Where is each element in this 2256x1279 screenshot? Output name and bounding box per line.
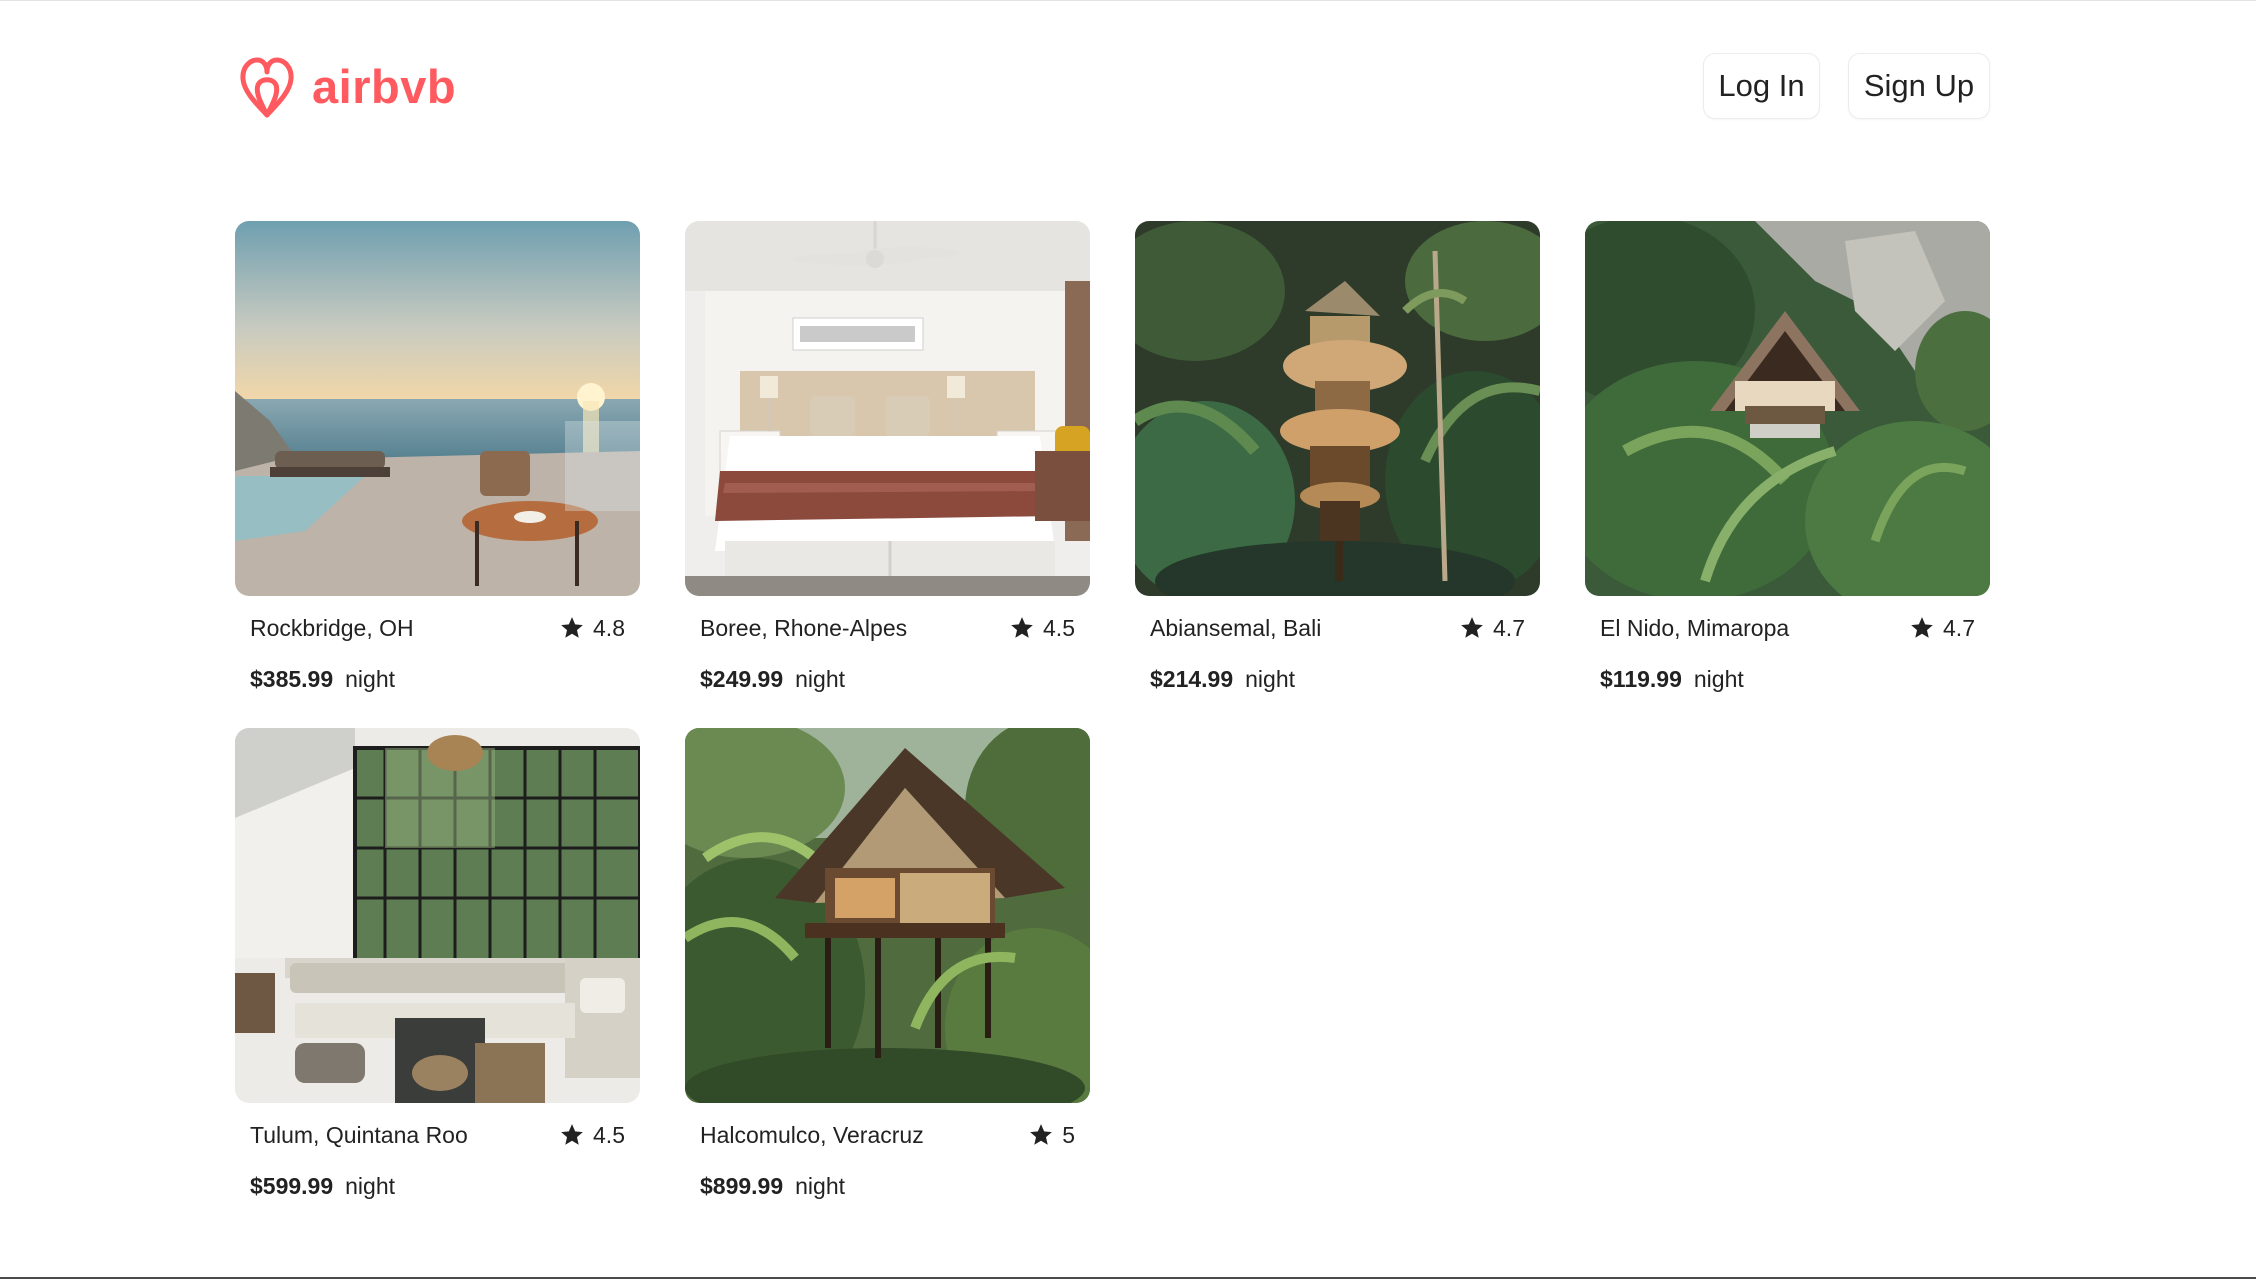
price-unit: night xyxy=(795,666,846,692)
listing-card[interactable]: Abiansemal, Bali 4.7 $214.99 night xyxy=(1135,221,1540,693)
bamboo-treehouse-image xyxy=(1135,221,1540,596)
listing-photo-ocean-terrace[interactable] xyxy=(235,221,640,596)
listing-card[interactable]: Halcomulco, Veracruz 5 $899.99 night xyxy=(685,728,1090,1200)
price-unit: night xyxy=(345,1173,396,1199)
brand-logo[interactable]: airbvb xyxy=(238,51,456,123)
sunken-lounge-image xyxy=(235,728,640,1103)
listing-price: $599.99 xyxy=(250,1173,334,1199)
login-button[interactable]: Log In xyxy=(1703,53,1820,119)
stilt-cabin-image xyxy=(685,728,1090,1103)
top-nav: airbvb Log In Sign Up xyxy=(236,51,1990,123)
listing-rating: 4.5 xyxy=(559,1122,625,1149)
listing-price-row: $385.99 night xyxy=(235,666,640,693)
listing-price: $249.99 xyxy=(700,666,784,692)
listing-location: Tulum, Quintana Roo xyxy=(250,1121,468,1148)
rating-value: 4.7 xyxy=(1943,614,1975,641)
listing-location: Abiansemal, Bali xyxy=(1150,614,1322,641)
brand-name: airbvb xyxy=(312,59,457,113)
ocean-terrace-image xyxy=(235,221,640,596)
listing-card[interactable]: Boree, Rhone-Alpes 4.5 $249.99 night xyxy=(685,221,1090,693)
listing-price-row: $899.99 night xyxy=(685,1173,1090,1200)
listing-meta: Halcomulco, Veracruz 5 xyxy=(685,1115,1090,1155)
cliff-hut-image xyxy=(1585,221,1990,596)
listing-photo-stilt-cabin[interactable] xyxy=(685,728,1090,1103)
page: airbvb Log In Sign Up Rockbridge, OH 4.8… xyxy=(0,0,2256,1279)
listing-rating: 4.8 xyxy=(559,615,625,642)
listing-rating: 4.5 xyxy=(1009,615,1075,642)
rating-value: 4.5 xyxy=(1043,614,1075,641)
star-icon xyxy=(1011,617,1033,638)
listing-price-row: $119.99 night xyxy=(1585,666,1990,693)
listing-card[interactable]: Rockbridge, OH 4.8 $385.99 night xyxy=(235,221,640,693)
rating-value: 4.8 xyxy=(593,614,625,641)
listing-meta: Boree, Rhone-Alpes 4.5 xyxy=(685,608,1090,648)
rating-value: 4.5 xyxy=(593,1121,625,1148)
listing-location: El Nido, Mimaropa xyxy=(1600,614,1790,641)
rating-value: 4.7 xyxy=(1493,614,1525,641)
listing-photo-cliff-hut[interactable] xyxy=(1585,221,1990,596)
star-icon xyxy=(561,617,583,638)
listing-meta: Rockbridge, OH 4.8 xyxy=(235,608,640,648)
listings-grid: Rockbridge, OH 4.8 $385.99 night Boree, … xyxy=(235,221,1991,1200)
listing-rating: 4.7 xyxy=(1909,615,1975,642)
bedroom-image xyxy=(685,221,1090,596)
listing-location: Rockbridge, OH xyxy=(250,614,414,641)
star-icon xyxy=(1461,617,1483,638)
listing-photo-bamboo-treehouse[interactable] xyxy=(1135,221,1540,596)
auth-buttons: Log In Sign Up xyxy=(1703,53,1990,119)
price-unit: night xyxy=(1245,666,1296,692)
rating-value: 5 xyxy=(1062,1121,1075,1148)
star-icon xyxy=(1030,1124,1053,1145)
listing-rating: 4.7 xyxy=(1459,615,1525,642)
listing-location: Halcomulco, Veracruz xyxy=(700,1121,924,1148)
price-unit: night xyxy=(795,1173,846,1199)
listing-meta: Tulum, Quintana Roo 4.5 xyxy=(235,1115,640,1155)
listing-price: $214.99 xyxy=(1150,666,1234,692)
star-icon xyxy=(1911,617,1933,638)
listing-meta: Abiansemal, Bali 4.7 xyxy=(1135,608,1540,648)
listing-price: $119.99 xyxy=(1600,666,1682,692)
listing-price-row: $599.99 night xyxy=(235,1173,640,1200)
price-unit: night xyxy=(345,666,396,692)
price-unit: night xyxy=(1693,666,1744,692)
listing-location: Boree, Rhone-Alpes xyxy=(700,614,908,641)
listing-meta: El Nido, Mimaropa 4.7 xyxy=(1585,608,1990,648)
airbvb-logo-icon xyxy=(240,57,294,118)
listing-price: $385.99 xyxy=(250,666,334,692)
star-icon xyxy=(561,1124,583,1145)
listing-rating: 5 xyxy=(1028,1122,1075,1149)
listing-photo-sunken-lounge[interactable] xyxy=(235,728,640,1103)
listing-card[interactable]: Tulum, Quintana Roo 4.5 $599.99 night xyxy=(235,728,640,1200)
listing-price-row: $249.99 night xyxy=(685,666,1090,693)
listing-price: $899.99 xyxy=(700,1173,784,1199)
listing-card[interactable]: El Nido, Mimaropa 4.7 $119.99 night xyxy=(1585,221,1990,693)
listing-price-row: $214.99 night xyxy=(1135,666,1540,693)
signup-button[interactable]: Sign Up xyxy=(1848,53,1990,119)
listing-photo-bedroom[interactable] xyxy=(685,221,1090,596)
